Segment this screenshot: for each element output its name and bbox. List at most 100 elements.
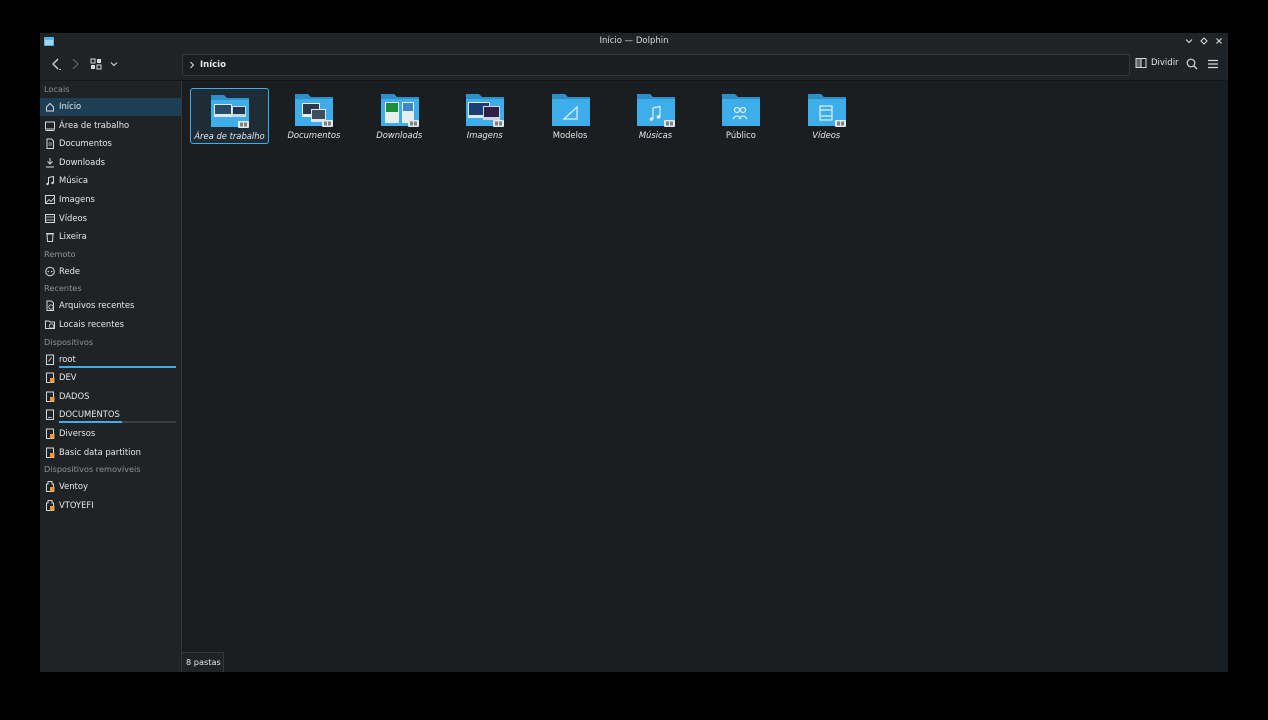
sidebar-item-videos[interactable]: Vídeos [40, 210, 181, 228]
recent-locations-icon [45, 320, 55, 329]
toolbar: Início Dividir [40, 50, 1228, 81]
minimize-icon[interactable] [1183, 35, 1195, 47]
sidebar-item-label: DADOS [59, 390, 90, 401]
file-view[interactable]: 8 pastas Área de trabalho Documentos Dow… [182, 81, 1228, 672]
sidebar-item-area-de-trabalho[interactable]: Área de trabalho [40, 117, 181, 135]
status-text: 8 pastas [186, 657, 221, 667]
folder-templates-icon [551, 94, 590, 126]
sidebar-item-diversos[interactable]: Diversos [40, 425, 181, 443]
sidebar-item-lixeira[interactable]: Lixeira [40, 228, 181, 246]
drive-icon [46, 391, 55, 402]
network-icon [45, 266, 55, 277]
places-panel: Locais Início Área de trabalho Documentos Do… [40, 81, 182, 672]
folder-music-icon [637, 94, 675, 127]
sidebar-item-label: Locais recentes [59, 319, 125, 329]
forward-arrow-icon[interactable] [67, 56, 83, 72]
sidebar-item-label: DEV [59, 372, 77, 383]
drive-icon [46, 428, 55, 439]
sidebar-item-documentos[interactable]: DOCUMENTOS [40, 406, 181, 424]
sidebar-item-locais-recentes[interactable]: Locais recentes [40, 316, 181, 334]
folder-item[interactable]: Área de trabalho [190, 88, 269, 144]
sidebar-item-dados[interactable]: DADOS [40, 388, 181, 406]
home-icon [46, 102, 54, 112]
sidebar-item-imagens[interactable]: Imagens [40, 191, 181, 209]
sidebar-item-label: Downloads [59, 156, 105, 167]
dolphin-window: Início — Dolphin Início Dividir Locais I… [40, 33, 1228, 672]
drive-icon [46, 372, 55, 384]
drive-icon [46, 447, 55, 458]
view-mode-icon[interactable] [88, 56, 104, 72]
split-button-label: Dividir [1151, 58, 1179, 68]
hamburger-menu-icon[interactable] [1205, 56, 1221, 72]
folder-public-icon [722, 94, 761, 126]
folder-documents-icon [295, 94, 334, 127]
sidebar-item-ventoy[interactable]: Ventoy [40, 478, 181, 496]
back-arrow-icon[interactable] [48, 56, 64, 72]
sidebar-item-label: Documentos [59, 138, 112, 149]
folder-name: Imagens [466, 130, 503, 140]
status-bar: 8 pastas [182, 652, 224, 672]
folder-item[interactable]: Downloads [361, 88, 438, 142]
title-bar[interactable]: Início — Dolphin [40, 33, 1228, 50]
drive-harddisk-icon [46, 409, 54, 421]
videos-icon [45, 213, 55, 223]
folder-item[interactable]: Público [702, 88, 779, 142]
section-header: Dispositivos [44, 336, 94, 347]
folder-pictures-icon [466, 94, 505, 127]
sidebar-item-label: root [59, 353, 76, 364]
sidebar-item-label: Basic data partition [59, 446, 141, 457]
desktop-icon [45, 121, 55, 131]
location-bar[interactable]: Início [182, 54, 1130, 76]
sidebar-item-basic-data-partition[interactable]: Basic data partition [40, 444, 181, 462]
folder-item[interactable]: Imagens [446, 88, 523, 142]
sidebar-item-label: Rede [59, 265, 81, 276]
sidebar-item-label: Diversos [59, 428, 96, 438]
sidebar-item-label: Música [59, 175, 88, 186]
folder-name: Modelos [552, 130, 588, 140]
sidebar-item-downloads[interactable]: Downloads [40, 154, 181, 172]
folder-item[interactable]: Vídeos [788, 88, 865, 142]
folder-item[interactable]: Modelos [532, 88, 609, 142]
breadcrumb-home[interactable]: Início [200, 60, 226, 70]
download-icon [46, 157, 54, 168]
usb-drive-icon [46, 499, 55, 511]
sidebar-item-label: DOCUMENTOS [59, 409, 120, 420]
documents-icon [46, 138, 54, 150]
folder-item[interactable]: Músicas [617, 88, 694, 142]
folder-downloads-icon [380, 94, 419, 127]
trash-icon [46, 233, 54, 243]
search-icon[interactable] [1184, 56, 1200, 72]
capacity-bar [59, 421, 176, 424]
close-icon[interactable] [1213, 35, 1225, 47]
sidebar-item-dev[interactable]: DEV [40, 369, 181, 387]
sidebar-item-root[interactable]: root [40, 351, 181, 369]
chevron-right-icon [190, 61, 195, 69]
sidebar-item-label: Início [59, 101, 82, 111]
music-icon [46, 176, 54, 186]
sidebar-item-arquivos-recentes[interactable]: Arquivos recentes [40, 297, 181, 315]
capacity-bar [59, 365, 176, 368]
sidebar-item-vtoyefi[interactable]: VTOYEFI [40, 497, 181, 515]
sidebar-item-label: Imagens [59, 194, 95, 204]
folder-videos-icon [807, 94, 846, 127]
sidebar-item-label: Vídeos [59, 212, 88, 223]
folder-desktop-icon [211, 95, 249, 128]
folder-name: Documentos [287, 130, 341, 140]
maximize-icon[interactable] [1198, 35, 1210, 47]
folder-name: Downloads [376, 130, 423, 140]
section-header: Locais [44, 84, 70, 94]
sidebar-item-label: VTOYEFI [59, 499, 94, 510]
sidebar-item-label: Lixeira [59, 231, 87, 242]
section-header: Dispositivos removíveis [44, 464, 141, 475]
folder-item[interactable]: Documentos [275, 88, 352, 142]
folder-name: Músicas [638, 130, 673, 140]
window-title: Início — Dolphin [599, 36, 669, 46]
sidebar-item-musica[interactable]: Música [40, 172, 181, 190]
folder-name: Vídeos [812, 130, 841, 140]
sidebar-item-rede[interactable]: Rede [40, 263, 181, 281]
sidebar-item-documentos[interactable]: Documentos [40, 135, 181, 153]
chevron-down-icon[interactable] [106, 56, 122, 72]
sidebar-item-inicio[interactable]: Início [40, 98, 181, 116]
sidebar-item-label: Área de trabalho [59, 119, 130, 130]
folder-name: Público [725, 130, 756, 140]
